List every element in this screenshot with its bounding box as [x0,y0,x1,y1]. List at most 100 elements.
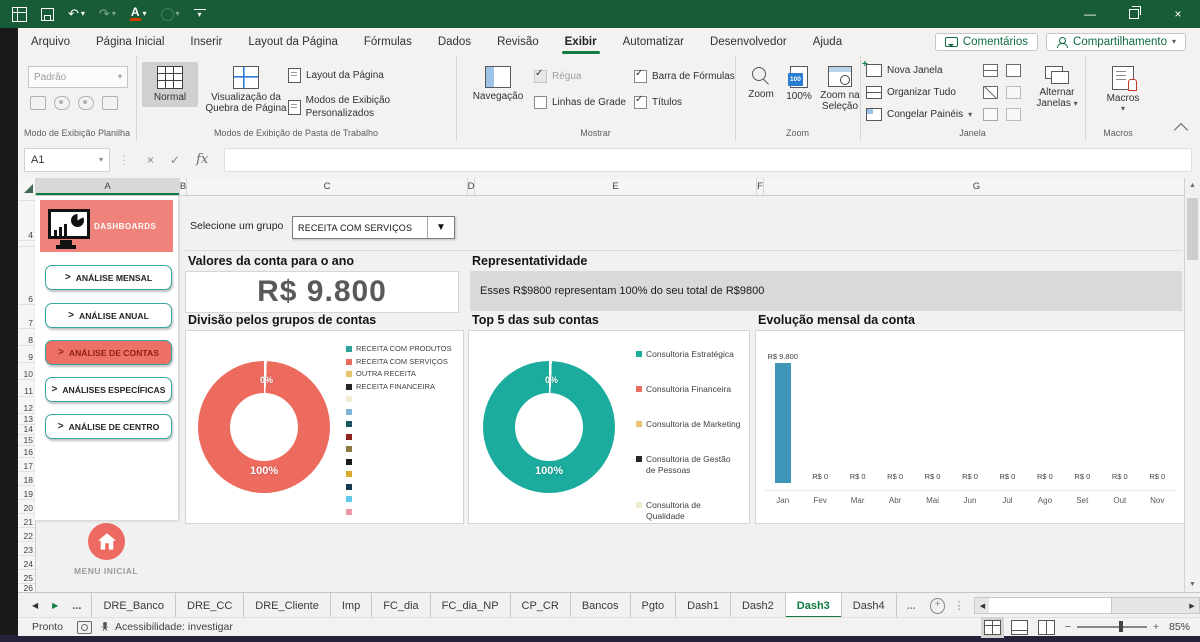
tab-exibir[interactable]: Exibir [552,29,610,55]
switch-windows-button[interactable]: Alternar Janelas ▾ [1024,62,1090,113]
undo-icon[interactable]: ↶▾ [68,6,85,22]
tab-fórmulas[interactable]: Fórmulas [351,29,425,55]
column-header-F[interactable]: F [757,178,764,195]
navigation-button[interactable]: Navegação [464,62,532,106]
minimize-button[interactable]: — [1068,0,1112,28]
tab-splitter-handle[interactable]: ⋮ [953,599,964,612]
restore-button[interactable] [1112,0,1156,28]
enter-icon[interactable]: ✓ [170,153,180,167]
tab-revisão[interactable]: Revisão [484,29,552,55]
vertical-scroll-thumb[interactable] [1187,198,1198,260]
font-color-icon[interactable]: A▾ [130,7,147,21]
horizontal-scroll-thumb[interactable] [989,598,1111,613]
nav-button-análise-de-centro[interactable]: >ANÁLISE DE CENTRO [45,414,172,439]
bar-column-mai[interactable]: R$ 0 [914,472,951,483]
row-header-6[interactable]: 6 [18,247,35,305]
row-header-9[interactable]: 9 [18,346,35,363]
nav-button-análise-mensal[interactable]: >ANÁLISE MENSAL [45,265,172,290]
row-header-19[interactable]: 19 [18,486,35,500]
bar-column-fev[interactable]: R$ 0 [801,472,838,483]
row-header-25[interactable]: 25 [18,570,35,584]
tab-página-inicial[interactable]: Página Inicial [83,29,177,55]
legend-item[interactable]: OUTRA RECEITA [346,368,452,381]
sheet-tab-dre_banco[interactable]: DRE_Banco [91,593,176,618]
column-header-C[interactable]: C [187,178,468,195]
combo-dropdown-icon[interactable]: ▼ [427,217,454,238]
legend-item[interactable]: Consultoria Financeira [636,384,741,395]
row-header-7[interactable]: 7 [18,305,35,329]
row-header-23[interactable]: 23 [18,542,35,556]
zoom-out-icon[interactable]: − [1065,621,1071,633]
horizontal-scrollbar[interactable]: ◀ ▶ [974,597,1200,614]
nav-button-análise-anual[interactable]: >ANÁLISE ANUAL [45,303,172,328]
bar-column-abr[interactable]: R$ 0 [876,472,913,483]
tab-layout-da-página[interactable]: Layout da Página [235,29,351,55]
bar-column-mar[interactable]: R$ 0 [839,472,876,483]
comments-button[interactable]: Comentários [935,33,1038,51]
new-sheet-button[interactable]: + [930,598,946,614]
view-side-by-side-icon[interactable] [1006,64,1021,77]
cancel-icon[interactable]: × [147,153,154,167]
bar-column-ago[interactable]: R$ 0 [1026,472,1063,483]
row-header-17[interactable]: 17 [18,458,35,472]
collapse-ribbon-icon[interactable] [1174,123,1188,137]
bar-chart[interactable]: R$ 9.800R$ 0R$ 0R$ 0R$ 0R$ 0R$ 0R$ 0R$ 0… [764,347,1176,483]
row-header-21[interactable]: 21 [18,514,35,528]
row-header-14[interactable]: 14 [18,425,35,435]
sheet-tab-fc_dia[interactable]: FC_dia [372,593,430,618]
row-header-15[interactable]: 15 [18,435,35,446]
sheet-tab-dash3[interactable]: Dash3 [786,593,842,618]
donut2-chart[interactable]: 0% 100% [483,361,615,493]
row-header-24[interactable]: 24 [18,556,35,570]
freeze-panes-button[interactable]: Congelar Painéis▾ [866,108,972,121]
arrange-all-button[interactable]: Organizar Tudo [866,86,956,99]
zoom-slider-thumb[interactable] [1119,621,1123,632]
sheet-tab-pgto[interactable]: Pgto [631,593,677,618]
tab-desenvolvedor[interactable]: Desenvolvedor [697,29,800,55]
tab-overflow-left[interactable]: ... [72,600,81,612]
column-header-E[interactable]: E [475,178,757,195]
checkbox-icon[interactable] [634,70,647,83]
custom-views-button[interactable]: Modos de Exibição Personalizados [288,94,456,120]
tab-inserir[interactable]: Inserir [177,29,235,55]
unhide-window-icon[interactable] [983,108,998,121]
group-selector-combo[interactable]: RECEITA COM SERVIÇOS ▼ [292,216,455,239]
column-header-A[interactable]: A [36,178,180,195]
bar-column-jul[interactable]: R$ 0 [989,472,1026,483]
row-header-4[interactable]: 4 [18,201,35,241]
save-icon[interactable] [41,8,54,21]
sheet-tab-dre_cc[interactable]: DRE_CC [176,593,244,618]
tab-dados[interactable]: Dados [425,29,484,55]
vertical-scrollbar[interactable]: ▲ ▼ [1184,178,1200,592]
bar-column-jan[interactable]: R$ 9.800 [764,352,801,483]
tab-automatizar[interactable]: Automatizar [610,29,697,55]
row-header-16[interactable]: 16 [18,446,35,458]
column-header-B[interactable]: B [180,178,187,195]
select-all-corner[interactable] [18,178,36,195]
page-break-preview-button[interactable]: Visualização da Quebra de Página [198,62,294,118]
zoom-in-icon[interactable]: + [1153,621,1159,633]
page-break-view-toggle[interactable] [1038,620,1055,635]
legend-item[interactable]: Consultoria de Marketing [636,419,741,430]
legend-item[interactable]: RECEITA COM PRODUTOS [346,343,452,356]
formula-input[interactable] [224,148,1192,172]
legend-item[interactable]: RECEITA FINANCEIRA [346,381,452,394]
menu-inicial-button[interactable] [88,523,125,560]
row-header-12[interactable]: 12 [18,397,35,414]
macro-record-icon[interactable] [77,621,92,634]
checkbox-icon[interactable] [634,96,647,109]
column-header-D[interactable]: D [468,178,475,195]
tab-scroll-right-icon[interactable]: ▶ [52,601,58,610]
bar-column-nov[interactable]: R$ 0 [1139,472,1176,483]
row-header-8[interactable]: 8 [18,329,35,346]
bar-column-jun[interactable]: R$ 0 [951,472,988,483]
sheet-tab-dash2[interactable]: Dash2 [731,593,786,618]
split-icon[interactable] [983,64,998,77]
new-window-button[interactable]: Nova Janela [866,64,943,77]
scroll-right-icon[interactable]: ▶ [1185,598,1199,613]
accessibility-status[interactable]: Acessibilidade: investigar [115,621,233,633]
nav-button-análises-específicas[interactable]: >ANÁLISES ESPECÍFICAS [45,377,172,402]
page-layout-button[interactable]: Layout da Página [288,68,384,83]
sheet-tab-dash1[interactable]: Dash1 [676,593,731,618]
column-header-G[interactable]: G [764,178,1190,195]
